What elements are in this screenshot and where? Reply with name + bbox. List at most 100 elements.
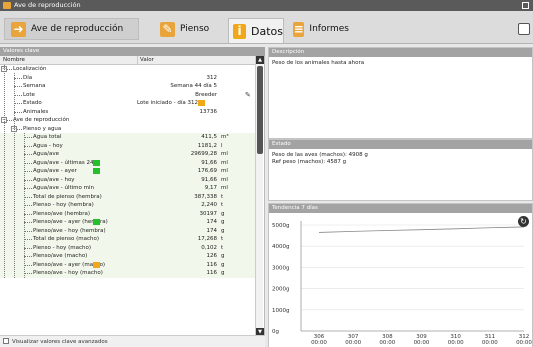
tree-connector	[24, 230, 32, 232]
settings-icon[interactable]	[518, 23, 530, 35]
tree-row[interactable]: Agua/ave - ayer 176,69 ml	[0, 167, 255, 176]
row-value: 9,17	[204, 185, 217, 191]
column-name-header[interactable]: Nombre	[3, 56, 25, 65]
status-indicator-icon	[93, 261, 100, 268]
tree-group-row[interactable]: − Ave de reproducción	[0, 116, 255, 125]
row-value: 126	[206, 253, 218, 259]
row-unit: ml	[221, 185, 228, 191]
x-tick-time-label: 00:00	[516, 340, 532, 346]
tab-informes[interactable]: ≡ Informes	[293, 18, 349, 40]
tree-group-row[interactable]: − Localización	[0, 65, 255, 74]
row-value: 174	[206, 227, 218, 234]
row-value: 312	[206, 74, 218, 81]
tree-row[interactable]: Total de pienso (hembra) 387,338 t	[0, 192, 255, 201]
row-label: Agua/ave - últimas 24h	[33, 159, 97, 166]
tree-row[interactable]: Agua - hoy 1181,2 l	[0, 141, 255, 150]
row-label: Total de pienso (macho)	[33, 236, 99, 242]
refresh-icon[interactable]: ↻	[518, 216, 529, 227]
tree-row[interactable]: Pienso/ave - hoy (macho) 116 g	[0, 269, 255, 278]
tree-row[interactable]: Pienso/ave - ayer (macho) 116 g	[0, 260, 255, 269]
trend-chart: 5000g 4000g 3000g 2000g 1000g 0g 306 00:00 307 00…	[269, 213, 532, 347]
tree-row[interactable]: Pienso/ave (hembra) 30197 g	[0, 209, 255, 218]
tab-label: Ave de reproducción	[31, 24, 124, 34]
row-label: Agua/ave	[33, 151, 59, 157]
tree-group-row[interactable]: − Pienso y agua	[0, 125, 255, 134]
row-value: 30197	[199, 210, 218, 217]
tree-row[interactable]: Pienso/ave - ayer (hembra) 174 g	[0, 218, 255, 227]
tree-row[interactable]: Día 312	[0, 74, 255, 83]
row-value: Semana 44 día 5	[170, 83, 217, 89]
tree-row[interactable]: Agua/ave - últimas 24h 91,66 ml	[0, 158, 255, 167]
row-label: Pienso - hoy (hembra)	[33, 202, 94, 208]
tree-row[interactable]: Agua/ave 29699,28 ml	[0, 150, 255, 159]
y-tick-label: 4000g	[272, 244, 290, 250]
row-label: Agua/ave - hoy	[33, 176, 75, 183]
row-label: Pienso/ave (hembra)	[33, 210, 91, 217]
advanced-values-toggle[interactable]: Visualizar valores clave avanzados	[0, 335, 265, 347]
x-tick-time-label: 00:00	[482, 340, 498, 346]
tree-connector	[14, 111, 22, 113]
x-tick-time-label: 00:00	[379, 340, 395, 346]
tree-connector	[24, 188, 32, 189]
row-label: Estado	[23, 100, 42, 106]
checkbox-icon[interactable]	[3, 338, 9, 344]
tab-label: Datos	[251, 24, 283, 38]
row-unit: g	[221, 261, 225, 268]
row-label: Animales	[23, 108, 49, 115]
x-tick-time-label: 00:00	[345, 340, 361, 346]
info-icon: i	[233, 23, 246, 39]
tree-row[interactable]: Estado Lote iniciado - día 312	[0, 99, 255, 108]
tree-vertical-line	[24, 133, 25, 278]
row-value: 116	[206, 261, 218, 268]
tree-row[interactable]: Agua/ave - hoy 91,66 ml	[0, 175, 255, 184]
row-unit: t	[221, 193, 224, 200]
tab-label: Informes	[309, 24, 349, 34]
row-value: 0,102	[201, 244, 217, 251]
row-label: Agua/ave - último min	[33, 185, 94, 191]
tree-row[interactable]: Pienso - hoy (hembra) 2,240 t	[0, 201, 255, 210]
tree-connector	[24, 162, 32, 164]
tree-row[interactable]: Agua total 411,5 m³	[0, 133, 255, 142]
edit-pencil-icon[interactable]: ✎	[245, 91, 251, 100]
tree-row[interactable]: Semana Semana 44 día 5	[0, 82, 255, 91]
tab-datos[interactable]: i Datos	[228, 18, 284, 43]
tree-row[interactable]: Pienso/ave (macho) 126 g	[0, 252, 255, 261]
scrollbar-thumb[interactable]	[257, 66, 263, 154]
trend-chart-svg: 5000g4000g3000g2000g1000g0g30600:0030700…	[272, 221, 532, 346]
row-value: 116	[206, 270, 218, 276]
row-unit: ml	[221, 168, 228, 174]
tree-connector	[24, 145, 32, 147]
tab-pienso[interactable]: ✎ Pienso	[160, 18, 212, 40]
tree-row[interactable]: Agua/ave - último min 9,17 ml	[0, 184, 255, 193]
tree-connector	[24, 213, 32, 215]
status-indicator-icon	[198, 100, 205, 106]
row-unit: ml	[221, 159, 228, 166]
row-value: 411,5	[201, 134, 217, 140]
key-values-tree: − Localización Día 312 Semana Semana 44 día 5…	[0, 65, 255, 278]
scrollbar[interactable]: ▲ ▼	[255, 56, 264, 336]
scroll-up-icon[interactable]: ▲	[256, 56, 264, 64]
description-box: Descripción Peso de los animales hasta a…	[268, 47, 533, 139]
key-values-panel: Valores clave Nombre Valor − Localización…	[0, 47, 265, 347]
tree-row[interactable]: Pienso/ave - hoy (hembra) 174 g	[0, 226, 255, 235]
tree-vertical-line	[14, 73, 15, 278]
tree-row[interactable]: Pienso - hoy (macho) 0,102 t	[0, 243, 255, 252]
row-value: 17,268	[197, 236, 217, 242]
column-value-header[interactable]: Valor	[137, 56, 154, 65]
trend-box: Tendencia 7 días 5000g 4000g 3000g 2000g 100…	[268, 203, 533, 347]
row-label: Día	[23, 74, 33, 81]
row-label: Total de pienso (hembra)	[33, 193, 102, 200]
description-text: Peso de los animales hasta ahora	[272, 60, 365, 66]
tab-ave-de-reproduccion[interactable]: ➜ Ave de reproducción	[4, 18, 139, 40]
status-indicator-icon	[93, 168, 100, 174]
tree-row[interactable]: Animales 13736	[0, 108, 255, 117]
tab-bar: ➜ Ave de reproducción ✎ Pienso i Datos ≡…	[0, 11, 533, 44]
tree-connector	[24, 247, 32, 249]
tree-row[interactable]: Lote Breeder ✎	[0, 91, 255, 100]
tree-connector	[24, 179, 32, 181]
row-label: Pienso y agua	[23, 125, 62, 132]
restore-window-icon[interactable]	[522, 2, 529, 9]
tree-row[interactable]: Total de pienso (macho) 17,268 t	[0, 235, 255, 244]
x-tick-time-label: 00:00	[414, 340, 430, 346]
row-unit: t	[221, 236, 224, 242]
